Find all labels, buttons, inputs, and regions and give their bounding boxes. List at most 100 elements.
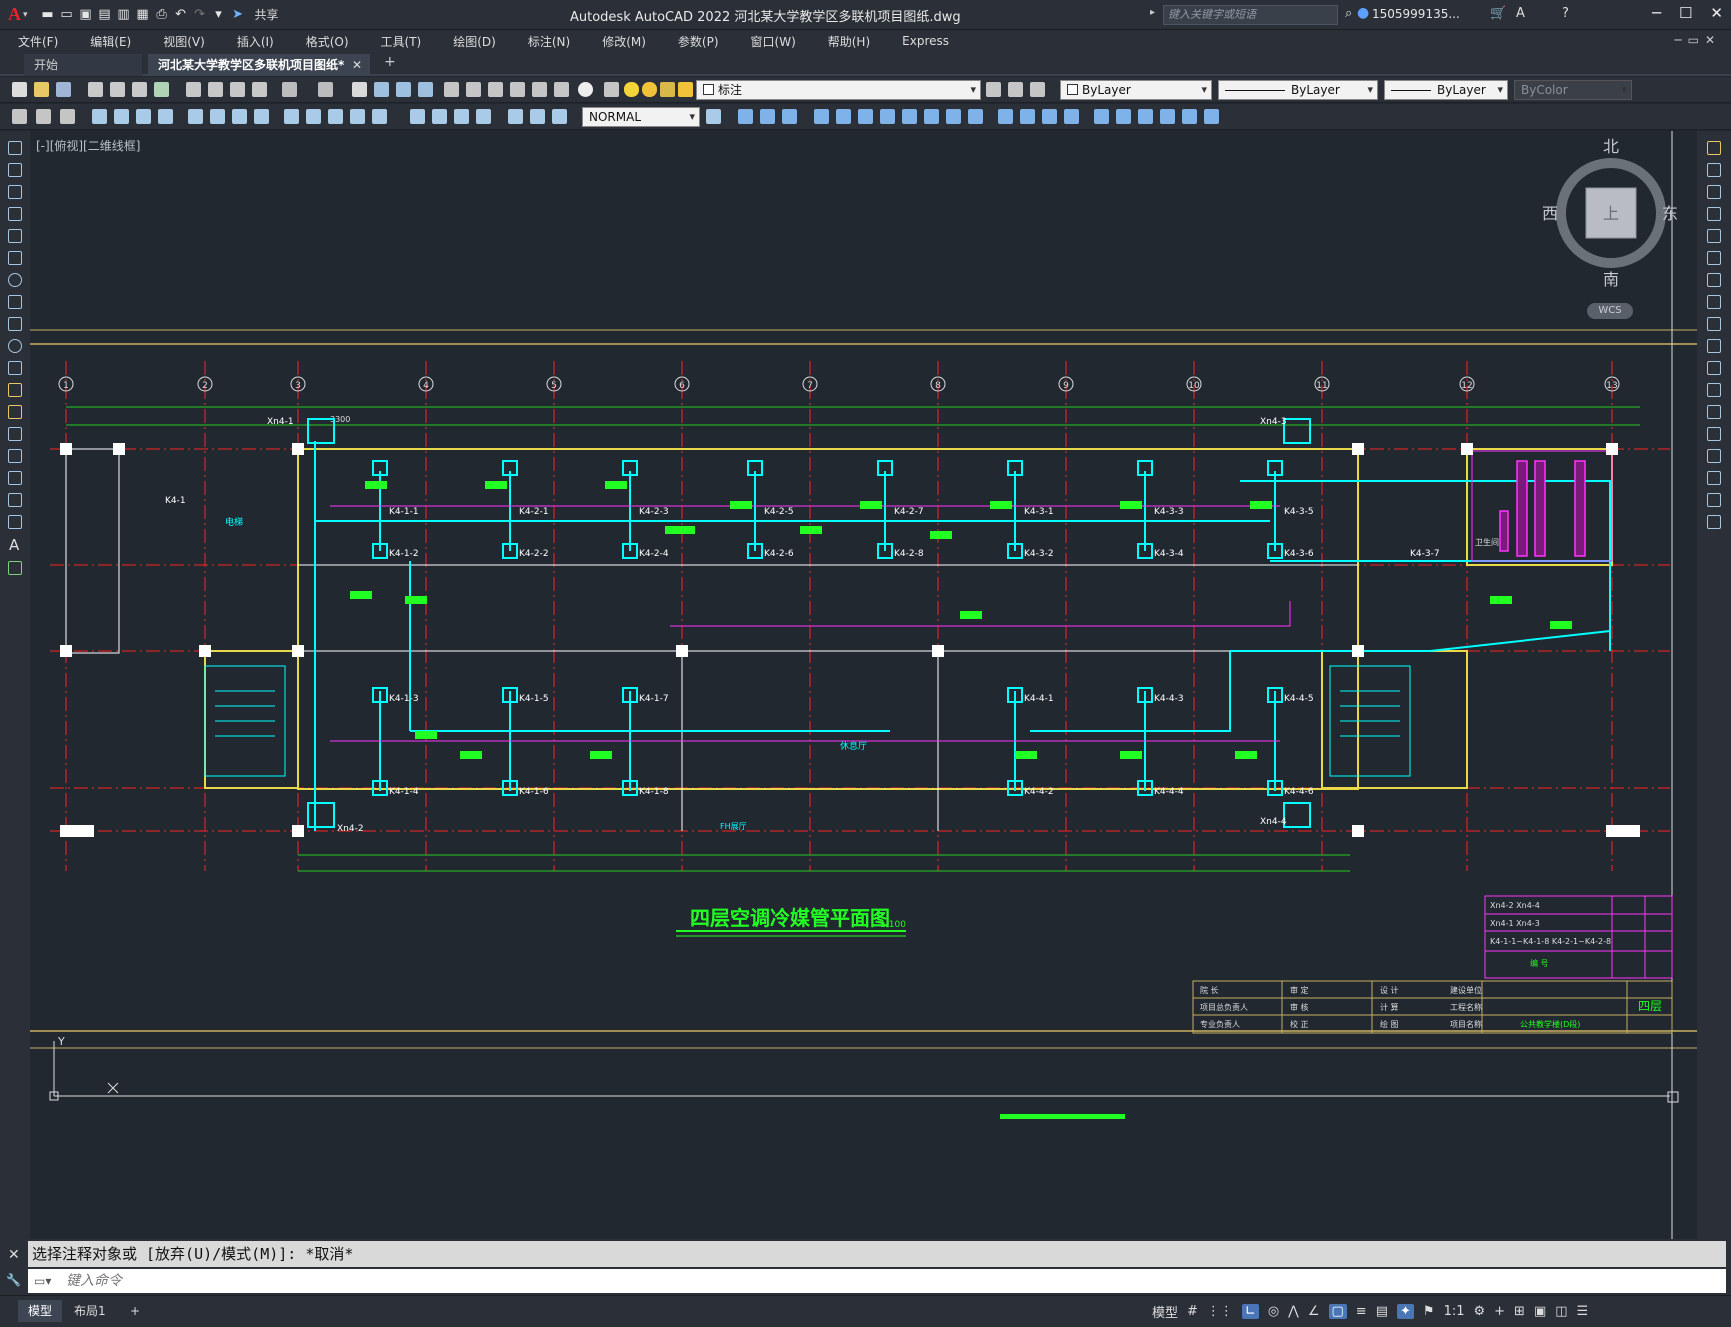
viewcube[interactable]: 上 北 南 东 西 [1542, 137, 1678, 289]
join-icon[interactable] [1020, 109, 1035, 124]
zoom-window-icon[interactable] [396, 82, 411, 97]
workspace-gear-icon[interactable]: ⚙ [1473, 1304, 1485, 1319]
express-icon[interactable] [60, 109, 75, 124]
customize-menu-icon[interactable]: ☰ [1577, 1304, 1589, 1319]
dim-edit-icon[interactable] [508, 109, 523, 124]
point-icon[interactable] [1160, 109, 1175, 124]
hatch-icon[interactable] [1182, 109, 1197, 124]
mirror-icon[interactable] [782, 109, 797, 124]
explode-icon[interactable] [1707, 515, 1721, 529]
cart-icon[interactable]: 🛒 [1490, 6, 1506, 21]
layer-state-icon[interactable] [1030, 82, 1045, 97]
linear-dim-icon[interactable] [92, 109, 107, 124]
save-icon[interactable] [56, 82, 71, 97]
copy-icon[interactable] [1707, 163, 1721, 177]
ellipse-arc-icon[interactable] [8, 361, 22, 375]
menu-modify[interactable]: 修改(M) [584, 33, 660, 50]
menu-help[interactable]: 帮助(H) [810, 33, 884, 50]
search-expand-icon[interactable]: ▸ [1150, 7, 1155, 18]
color-dropdown[interactable]: ByLayer [1060, 80, 1212, 100]
dim-update-icon[interactable] [552, 109, 567, 124]
tab-start[interactable]: 开始 [24, 54, 142, 76]
ortho-icon[interactable]: ∟ [1241, 1304, 1259, 1319]
jogged-linear-icon[interactable] [476, 109, 491, 124]
array-icon[interactable] [1707, 229, 1721, 243]
scroll-indicator[interactable] [1000, 1114, 1125, 1119]
recent-commands-icon[interactable]: ▭▾ [34, 1274, 51, 1288]
properties-icon[interactable] [444, 82, 459, 97]
chamfer-icon[interactable] [1042, 109, 1057, 124]
arc-icon[interactable] [8, 251, 22, 265]
zoom-previous-icon[interactable] [418, 82, 433, 97]
menu-tools[interactable]: 工具(T) [363, 33, 436, 50]
construction-line-icon[interactable] [8, 163, 22, 177]
cut-icon[interactable] [186, 82, 201, 97]
viewcube-north[interactable]: 北 [1603, 137, 1619, 156]
mtext-icon[interactable]: A [9, 536, 19, 554]
close-command-line-icon[interactable]: ✕ [8, 1247, 20, 1263]
polar-icon[interactable]: ◎ [1268, 1304, 1279, 1319]
layer-lock-icon[interactable] [660, 82, 675, 97]
close-tab-icon[interactable]: ✕ [352, 54, 362, 76]
fillet-icon[interactable] [1707, 471, 1721, 485]
calculator-icon[interactable] [554, 82, 569, 97]
command-input[interactable]: 键入命令 [28, 1269, 1726, 1293]
insert-block-icon[interactable] [8, 383, 22, 397]
menu-view[interactable]: 视图(V) [145, 33, 219, 50]
customize-icon[interactable]: 🔧 [6, 1273, 21, 1287]
wcs-menu[interactable]: WCS [1587, 303, 1633, 319]
ellipse-icon[interactable] [8, 339, 22, 353]
minimize-button[interactable]: ─ [1652, 4, 1661, 22]
save-icon[interactable]: ▣ [78, 7, 94, 22]
dim-space-icon[interactable] [350, 109, 365, 124]
grid-icon[interactable]: # [1187, 1304, 1198, 1319]
menu-express[interactable]: Express [884, 34, 963, 48]
layer-properties-icon[interactable] [604, 82, 619, 97]
diameter-dim-icon[interactable] [232, 109, 247, 124]
ordinate-dim-icon[interactable] [158, 109, 173, 124]
document-window-controls[interactable]: ─▭✕ [1674, 33, 1721, 47]
menu-file[interactable]: 文件(F) [0, 33, 72, 50]
annotation-monitor-icon[interactable]: + [1494, 1304, 1505, 1319]
plot-icon[interactable]: ⎙ [154, 7, 170, 22]
design-center-icon[interactable] [466, 82, 481, 97]
open-icon[interactable] [34, 82, 49, 97]
plot-icon[interactable] [88, 82, 103, 97]
search-input[interactable]: 键入关键字或短语 [1163, 5, 1338, 25]
annotation-scale-value[interactable]: 1:1 [1444, 1304, 1465, 1319]
radius-dim-icon[interactable] [188, 109, 203, 124]
move-icon[interactable] [1707, 251, 1721, 265]
redo-icon[interactable]: ↷ [192, 7, 208, 22]
blend-curves-icon[interactable] [1707, 493, 1721, 507]
copy-object-icon[interactable] [760, 109, 775, 124]
polygon-icon[interactable] [8, 207, 22, 221]
undo-icon[interactable]: ↶ [173, 7, 189, 22]
isodraft-icon[interactable]: ⋀ [1288, 1304, 1299, 1319]
add-layout-button[interactable]: + [120, 1300, 150, 1322]
viewcube-west[interactable]: 西 [1542, 204, 1558, 223]
extend-icon[interactable] [1707, 361, 1721, 375]
search-icon[interactable]: ⌕ [1345, 6, 1352, 21]
viewcube-east[interactable]: 东 [1662, 204, 1678, 223]
viewcube-face[interactable]: 上 [1603, 204, 1619, 223]
selection-cycling-icon[interactable]: ✦ [1397, 1304, 1414, 1319]
fillet-icon[interactable] [1064, 109, 1079, 124]
undo-icon[interactable] [282, 82, 297, 97]
lineweight-icon[interactable]: ≡ [1356, 1304, 1367, 1319]
center-mark-icon[interactable] [432, 109, 447, 124]
tolerance-icon[interactable] [410, 109, 425, 124]
redo-icon[interactable] [318, 82, 333, 97]
circle-icon[interactable] [8, 273, 22, 287]
dim-style-icon[interactable] [706, 109, 721, 124]
units-icon[interactable]: ⊞ [1514, 1304, 1525, 1319]
add-selected-icon[interactable] [8, 561, 22, 575]
menu-format[interactable]: 格式(O) [288, 33, 363, 50]
quick-properties-icon[interactable] [12, 109, 27, 124]
scale-icon[interactable] [902, 109, 917, 124]
revcloud-icon[interactable] [8, 295, 22, 309]
drawing-canvas[interactable]: [-][俯视][二维线框] 1 2 3 4 5 6 7 8 9 10 11 12… [30, 131, 1697, 1239]
help-icon[interactable] [578, 82, 593, 97]
menu-parametric[interactable]: 参数(P) [660, 33, 733, 50]
layer-freeze-icon[interactable] [642, 82, 657, 97]
dim-style-dropdown[interactable]: NORMAL [582, 107, 700, 127]
